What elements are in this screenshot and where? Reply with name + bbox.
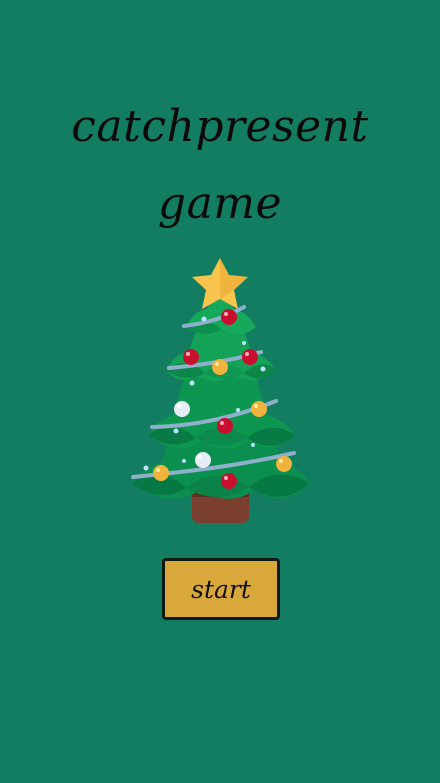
tree-shape xyxy=(131,258,309,523)
christmas-tree-icon xyxy=(131,258,309,523)
start-button[interactable]: start xyxy=(162,558,280,620)
game-title-line-2: game xyxy=(157,178,283,229)
game-title-line-1: catchpresent xyxy=(71,101,369,152)
